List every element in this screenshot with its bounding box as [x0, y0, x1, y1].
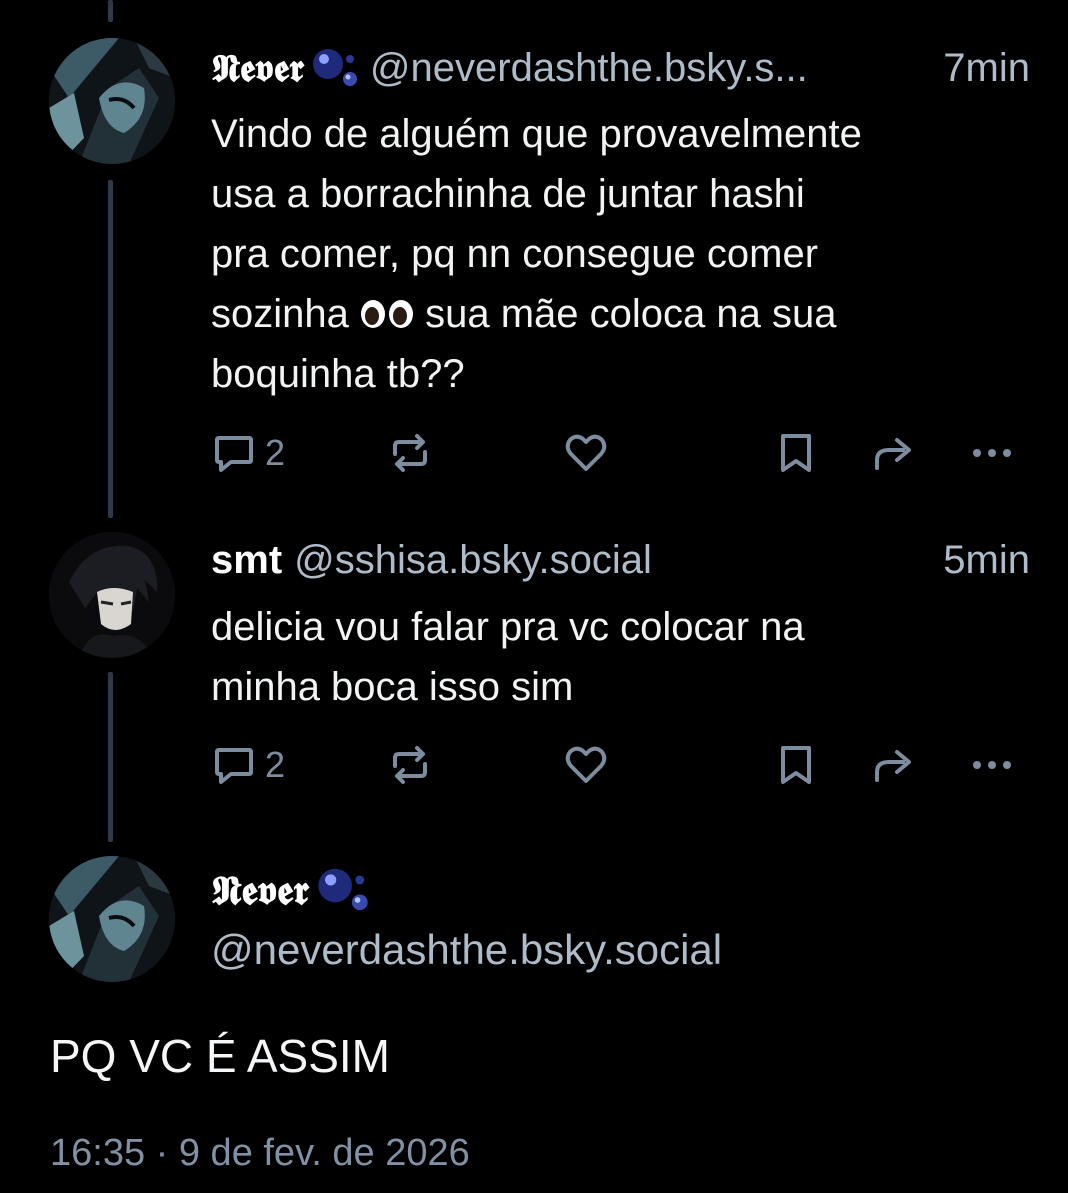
display-name[interactable]: 𝕹𝖊𝖛𝖊𝖗 [211, 44, 304, 92]
eyes-emoji-icon [360, 299, 414, 329]
speech-bubble-icon [215, 436, 253, 472]
post-text: Vindo de alguém que provavelmente usa a … [211, 104, 1031, 404]
reply-button[interactable]: 2 [211, 428, 285, 478]
bookmark-button[interactable] [773, 428, 819, 478]
post-header: smt @sshisa.bsky.social 5min [211, 536, 1030, 584]
avatar-image-smt [49, 532, 175, 658]
post-actions: 2 [211, 740, 1031, 790]
main-post-header: 𝕹𝖊𝖛𝖊𝖗 @neverdashthe.bsky.social [211, 862, 722, 974]
speech-bubble-icon [215, 748, 253, 784]
post-timestamp: 16:35 · 9 de fev. de 2026 [50, 1132, 470, 1174]
like-button[interactable] [563, 428, 609, 478]
repost-arrows-icon [393, 434, 427, 472]
bookmark-button[interactable] [773, 740, 819, 790]
main-name-row: 𝕹𝖊𝖛𝖊𝖗 [211, 862, 722, 918]
post-time[interactable]: 7min [933, 44, 1030, 92]
heart-icon [565, 434, 607, 471]
reply-count: 2 [265, 432, 286, 473]
reply-count: 2 [265, 744, 286, 785]
bookmark-icon [781, 434, 811, 472]
heart-icon [565, 746, 607, 783]
share-arrow-icon [875, 750, 911, 782]
handle[interactable]: @neverdashthe.bsky.s... [370, 44, 808, 92]
thread-line-1 [108, 180, 113, 518]
bubbles-emoji-icon [315, 864, 371, 916]
post-header: 𝕹𝖊𝖛𝖊𝖗 @neverdashthe.bsky.s... 7min [211, 44, 1030, 92]
share-button[interactable] [871, 740, 917, 790]
post-actions: 2 [211, 428, 1031, 478]
post-text: delicia vou falar pra vc colocar na minh… [211, 605, 805, 709]
share-arrow-icon [875, 438, 911, 470]
display-name[interactable]: smt [211, 536, 282, 584]
repost-arrows-icon [393, 746, 427, 784]
bubbles-emoji-icon [310, 46, 360, 90]
repost-button[interactable] [387, 740, 433, 790]
avatar-image-never [49, 38, 175, 164]
reply-button[interactable]: 2 [211, 740, 285, 790]
bookmark-icon [781, 746, 811, 784]
share-button[interactable] [871, 428, 917, 478]
display-name[interactable]: 𝕹𝖊𝖛𝖊𝖗 [211, 867, 309, 914]
avatar[interactable] [49, 38, 175, 164]
avatar-image-never [49, 856, 175, 982]
handle[interactable]: @sshisa.bsky.social [294, 536, 652, 584]
thread-line-top [108, 0, 113, 22]
like-button[interactable] [563, 740, 609, 790]
repost-button[interactable] [387, 428, 433, 478]
avatar[interactable] [49, 856, 175, 982]
ellipsis-icon [973, 761, 1011, 769]
ellipsis-icon [973, 449, 1011, 457]
thread-line-2 [108, 672, 113, 842]
more-options-button[interactable] [969, 740, 1015, 790]
handle[interactable]: @neverdashthe.bsky.social [211, 926, 722, 974]
main-post-text: PQ VC É ASSIM [50, 1030, 390, 1082]
more-options-button[interactable] [969, 428, 1015, 478]
avatar[interactable] [49, 532, 175, 658]
post-time[interactable]: 5min [933, 536, 1030, 584]
